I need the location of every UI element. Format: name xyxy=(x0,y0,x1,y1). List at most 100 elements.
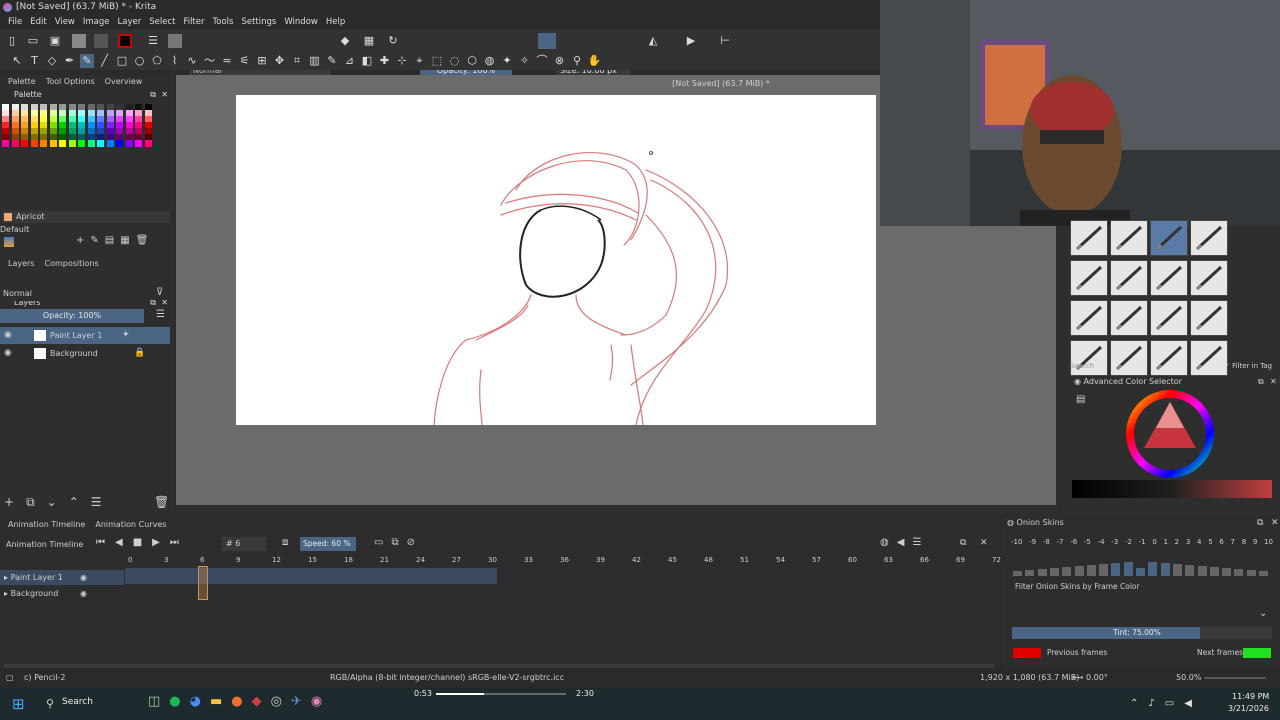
onion-opacity-bar[interactable] xyxy=(1197,566,1207,576)
measure-tool-icon[interactable]: ⊹ xyxy=(395,54,409,68)
color-swatch[interactable] xyxy=(125,140,133,147)
smart-patch-tool-icon[interactable]: ✚ xyxy=(378,54,392,68)
onion-frame-number[interactable]: -6 xyxy=(1070,538,1077,548)
tab-animation-timeline[interactable]: Animation Timeline xyxy=(8,516,85,534)
horizontal-scrollbar[interactable] xyxy=(176,505,1056,515)
audio-icon[interactable]: ◀ xyxy=(897,537,905,548)
onion-frame-number[interactable]: 8 xyxy=(1242,538,1246,548)
bezier-tool-icon[interactable]: ∿ xyxy=(185,54,199,68)
spotify-icon[interactable]: ● xyxy=(169,694,180,709)
dynamic-brush-tool-icon[interactable]: ≈ xyxy=(220,54,234,68)
freehand-path-tool-icon[interactable]: 〜 xyxy=(203,54,217,68)
menu-item-help[interactable]: Help xyxy=(322,15,349,29)
brush-preset[interactable] xyxy=(1070,300,1108,336)
timeline-layer-row[interactable]: ▸ Paint Layer 1 ◉ xyxy=(0,570,124,585)
close-icon[interactable]: ✕ xyxy=(1271,518,1279,528)
layer-blend-select[interactable]: Normal xyxy=(0,287,148,301)
brush-preset[interactable] xyxy=(1070,220,1108,256)
delete-layer-icon[interactable]: 🗑 xyxy=(154,495,169,509)
first-frame-icon[interactable]: ⏮ xyxy=(96,537,105,548)
speed-input[interactable]: Speed: 60 % xyxy=(300,537,356,551)
color-wheel[interactable] xyxy=(1124,388,1216,480)
playhead[interactable] xyxy=(198,566,208,600)
wrap-around-icon[interactable]: ⊢ xyxy=(718,34,732,48)
brush-preset-icon[interactable] xyxy=(168,34,182,48)
next-frames-color[interactable] xyxy=(1243,648,1271,658)
onion-opacity-bar[interactable] xyxy=(1259,571,1268,576)
next-frame-icon[interactable]: ⏭ xyxy=(170,537,179,548)
stop-icon[interactable]: ■ xyxy=(133,537,142,548)
edit-icon[interactable]: ✎ xyxy=(90,235,98,246)
eraser-icon[interactable]: ◆ xyxy=(338,34,352,48)
onion-opacity-bar[interactable] xyxy=(1185,565,1195,576)
zoom-slider[interactable] xyxy=(1204,677,1266,679)
reference-tool-icon[interactable]: ⌖ xyxy=(413,54,427,68)
previous-frames-color[interactable] xyxy=(1013,648,1041,658)
close-icon[interactable]: ✕ xyxy=(980,538,988,548)
brush-settings-icon[interactable]: ☰ xyxy=(146,34,160,48)
tab-compositions[interactable]: Compositions xyxy=(44,257,98,271)
similar-select-tool-icon[interactable]: ✧ xyxy=(518,54,532,68)
menu-item-file[interactable]: File xyxy=(4,15,26,29)
menu-item-tools[interactable]: Tools xyxy=(209,15,238,29)
menu-item-filter[interactable]: Filter xyxy=(179,15,208,29)
onion-opacity-bar[interactable] xyxy=(1160,563,1170,576)
onion-frame-number[interactable]: 6 xyxy=(1219,538,1223,548)
brush-preset[interactable] xyxy=(1110,260,1148,296)
play-icon[interactable]: ▶ xyxy=(152,537,160,548)
edit-shapes-tool-icon[interactable]: ◇ xyxy=(45,54,59,68)
add-swatch-icon[interactable]: + xyxy=(76,235,84,246)
save-icon[interactable]: ▣ xyxy=(48,34,62,48)
ellipse-select-tool-icon[interactable]: ◌ xyxy=(448,54,462,68)
pattern-icon[interactable] xyxy=(72,34,86,48)
brush-preset[interactable] xyxy=(1150,220,1188,256)
multibrush-tool-icon[interactable]: ⚟ xyxy=(238,54,252,68)
color-swatch[interactable] xyxy=(68,140,76,147)
alpha-lock-icon[interactable]: ▦ xyxy=(362,34,376,48)
onion-frame-number[interactable]: 1 xyxy=(1164,538,1168,548)
onion-frame-number[interactable]: 3 xyxy=(1186,538,1190,548)
grid-icon[interactable]: ▦ xyxy=(120,235,129,246)
tab-layers[interactable]: Layers xyxy=(8,257,34,271)
onion-frame-number[interactable]: 5 xyxy=(1208,538,1212,548)
widget-icon[interactable]: ◫ xyxy=(148,694,160,709)
tab-overview[interactable]: Overview xyxy=(105,75,143,89)
volume-icon[interactable]: ◀ xyxy=(1184,698,1192,709)
onion-frame-number[interactable]: -3 xyxy=(1111,538,1118,548)
new-document-icon[interactable]: ▯ xyxy=(5,34,19,48)
mirror-vertical-icon[interactable]: ▶ xyxy=(684,34,698,48)
steam-icon[interactable]: ✈ xyxy=(291,694,302,709)
color-swatch[interactable] xyxy=(40,140,47,147)
onion-frame-number[interactable]: -7 xyxy=(1057,538,1064,548)
lock-icon[interactable]: 🔒 xyxy=(134,345,145,362)
gradient-icon[interactable] xyxy=(94,34,108,48)
brush-preset[interactable] xyxy=(1070,260,1108,296)
menu-item-select[interactable]: Select xyxy=(145,15,179,29)
brush-preset[interactable] xyxy=(1190,220,1228,256)
edit-frames-icon[interactable]: ⊘ xyxy=(407,537,415,548)
add-layer-icon[interactable]: + xyxy=(4,495,14,510)
onion-frame-number[interactable]: -9 xyxy=(1029,538,1036,548)
color-swatch[interactable] xyxy=(11,140,19,147)
zoom-tool-icon[interactable]: ⚲ xyxy=(570,54,584,68)
menu-item-window[interactable]: Window xyxy=(280,15,322,29)
expand-icon[interactable]: ▸ xyxy=(4,589,8,598)
color-swatch[interactable] xyxy=(78,140,85,147)
polyline-tool-icon[interactable]: ⌇ xyxy=(168,54,182,68)
chevron-down-icon[interactable]: ⌄ xyxy=(1259,608,1267,619)
assistant-tool-icon[interactable]: ⊿ xyxy=(343,54,357,68)
onion-skin-icon[interactable]: ◍ xyxy=(880,537,889,548)
onion-frame-number[interactable]: 2 xyxy=(1175,538,1179,548)
calligraphy-tool-icon[interactable]: ✒ xyxy=(63,54,77,68)
layer-opacity-slider[interactable]: Opacity: 100% xyxy=(0,309,144,323)
visibility-icon[interactable]: ◉ xyxy=(80,570,87,585)
contiguous-select-tool-icon[interactable]: ✦ xyxy=(500,54,514,68)
color-picker-tool-icon[interactable]: ✎ xyxy=(325,54,339,68)
close-icon[interactable]: ✕ xyxy=(1270,377,1277,386)
brush-preset[interactable] xyxy=(1110,300,1148,336)
zoom-level[interactable]: 50.0% xyxy=(1176,668,1201,688)
chrome-icon[interactable]: ◕ xyxy=(190,694,201,709)
onion-frame-number[interactable]: -1 xyxy=(1139,538,1146,548)
onion-opacity-bar[interactable] xyxy=(1111,563,1121,576)
color-swatch[interactable] xyxy=(97,140,104,147)
